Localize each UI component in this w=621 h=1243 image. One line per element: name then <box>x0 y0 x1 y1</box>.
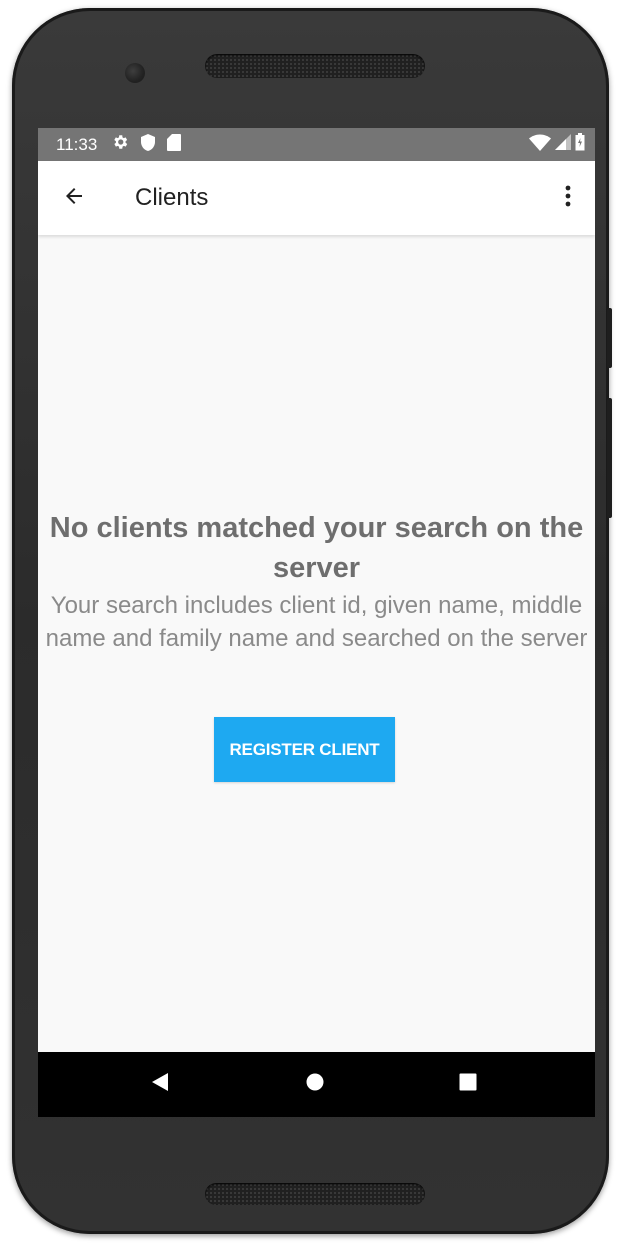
status-system-icons <box>529 128 585 161</box>
system-nav-bar <box>38 1052 595 1117</box>
nav-recents-button[interactable] <box>448 1066 488 1102</box>
signal-icon <box>555 134 571 155</box>
shield-icon <box>141 133 156 156</box>
power-button <box>607 308 612 368</box>
status-bar: 11:33 <box>38 128 595 161</box>
empty-state-description: Your search includes client id, given na… <box>45 592 588 652</box>
recents-square-icon <box>459 1073 477 1096</box>
empty-state-title: No clients matched your search on the se… <box>49 512 584 584</box>
top-speaker-grille <box>205 54 425 78</box>
wifi-icon <box>529 134 551 156</box>
overflow-menu-button[interactable] <box>555 180 581 216</box>
page-title: Clients <box>135 184 209 211</box>
home-circle-icon <box>306 1073 324 1096</box>
app-bar: Clients <box>38 161 595 235</box>
battery-icon <box>575 133 585 156</box>
register-client-button[interactable]: REGISTER CLIENT <box>214 717 395 782</box>
nav-home-button[interactable] <box>295 1066 335 1102</box>
back-triangle-icon <box>152 1072 168 1096</box>
front-camera <box>125 63 145 83</box>
sd-card-icon <box>167 133 182 156</box>
status-notification-icons <box>111 133 182 156</box>
empty-state: No clients matched your search on the se… <box>38 508 595 655</box>
phone-screen: 11:33 Clients No clients matched your se… <box>38 128 595 1117</box>
more-vert-icon <box>565 185 571 212</box>
status-time: 11:33 <box>56 134 98 154</box>
bottom-speaker-grille <box>205 1183 425 1205</box>
arrow-back-icon <box>62 184 86 213</box>
nav-back-button[interactable] <box>140 1066 180 1102</box>
back-button[interactable] <box>56 180 92 216</box>
volume-button <box>607 398 612 518</box>
gear-icon <box>111 133 129 156</box>
